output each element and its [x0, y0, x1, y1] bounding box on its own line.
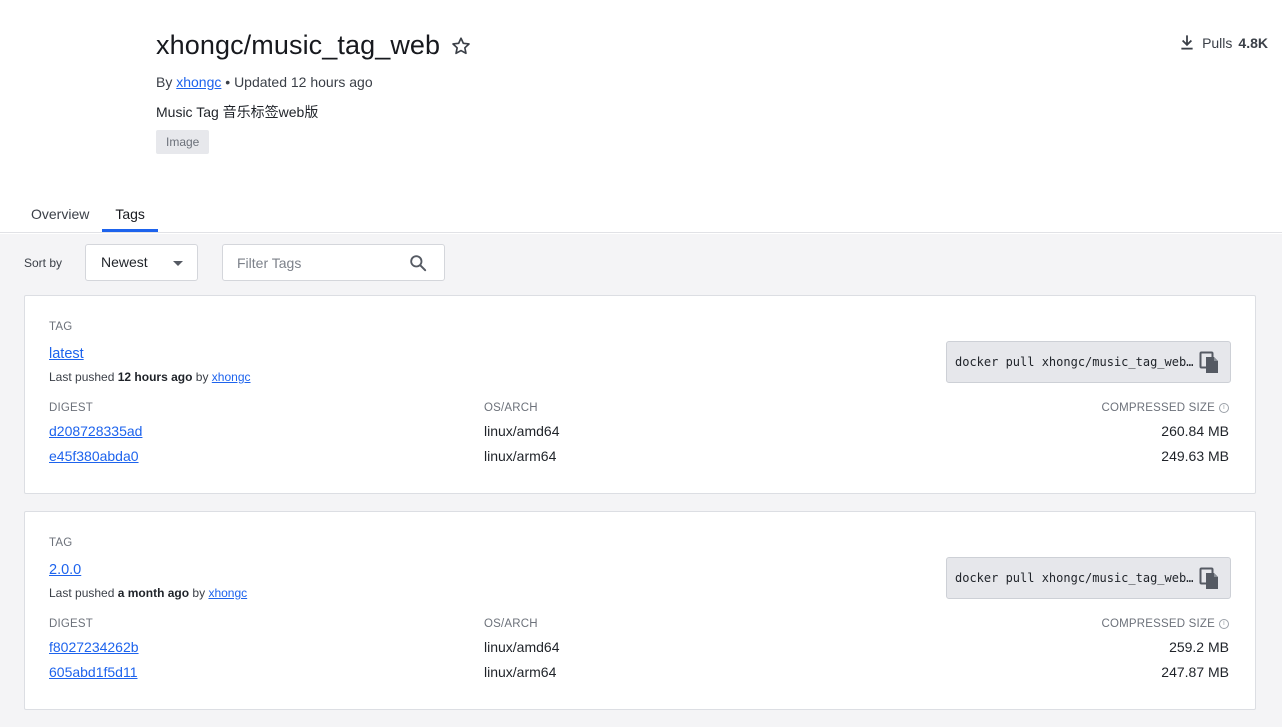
image-row: d208728335ad linux/amd64 260.84 MB [25, 423, 1255, 443]
download-icon [1181, 35, 1193, 50]
search-icon[interactable] [408, 253, 428, 273]
pulls-count: 4.8K [1238, 35, 1268, 51]
tab-tags[interactable]: Tags [102, 196, 158, 232]
pulls-label: Pulls [1202, 35, 1233, 51]
digest-column-header: DIGEST [49, 402, 94, 414]
tab-bar: Overview Tags [18, 196, 158, 232]
compressed-size-column-header: COMPRESSED SIZE i [1101, 618, 1229, 630]
copy-icon[interactable] [1199, 351, 1221, 375]
pushed-by-label: by [195, 370, 209, 384]
os-arch: linux/arm64 [484, 664, 557, 680]
os-arch: linux/amd64 [484, 423, 560, 439]
compressed-size: 247.87 MB [1161, 664, 1229, 680]
star-icon[interactable] [450, 35, 472, 57]
compressed-size-label: COMPRESSED SIZE [1101, 402, 1215, 414]
sort-label: Sort by [24, 256, 63, 270]
filter-tags [222, 244, 445, 281]
sort-value: Newest [101, 254, 148, 270]
compressed-size-label: COMPRESSED SIZE [1101, 618, 1215, 630]
info-icon[interactable]: i [1219, 619, 1229, 629]
last-pushed: Last pushed a month ago by xhongc [49, 586, 247, 600]
last-pushed: Last pushed 12 hours ago by xhongc [49, 370, 251, 384]
os-arch-column-header: OS/ARCH [484, 618, 538, 630]
tag-name-link[interactable]: 2.0.0 [49, 562, 81, 578]
digest-link[interactable]: e45f380abda0 [49, 448, 139, 464]
repo-title: xhongc/music_tag_web [156, 30, 441, 60]
os-arch: linux/arm64 [484, 448, 557, 464]
owner-link[interactable]: xhongc [176, 74, 221, 90]
compressed-size-column-header: COMPRESSED SIZE i [1101, 402, 1229, 414]
copy-icon[interactable] [1199, 567, 1221, 591]
updated-text: • Updated 12 hours ago [225, 74, 373, 90]
image-badge: Image [156, 130, 210, 154]
by-label: By [156, 74, 173, 90]
digest-column-header: DIGEST [49, 618, 94, 630]
pushed-prefix: Last pushed [49, 586, 115, 600]
os-arch: linux/amd64 [484, 639, 560, 655]
compressed-size: 249.63 MB [1161, 448, 1229, 464]
title-row: xhongc/music_tag_web [156, 30, 472, 61]
tag-column-label: TAG [49, 321, 73, 333]
tags-content: Sort by Newest TAG latest Last pushed 12… [0, 234, 1282, 727]
sort-dropdown[interactable]: Newest [85, 244, 198, 281]
pull-command-box: docker pull xhongc/music_tag_web… [946, 341, 1231, 383]
repo-header: xhongc/music_tag_web By xhongc • Updated… [0, 0, 1282, 233]
pushed-when: a month ago [117, 586, 190, 600]
image-row: e45f380abda0 linux/arm64 249.63 MB [25, 448, 1255, 468]
digest-link[interactable]: 605abd1f5d11 [49, 664, 138, 680]
repo-description: Music Tag 音乐标签web版 [156, 104, 319, 120]
pulls-stat: Pulls 4.8K [1178, 34, 1268, 52]
compressed-size: 259.2 MB [1169, 639, 1229, 655]
caret-down-icon [173, 261, 183, 266]
pull-command: docker pull xhongc/music_tag_web… [955, 571, 1194, 585]
tab-overview[interactable]: Overview [18, 196, 102, 232]
pushed-when: 12 hours ago [117, 370, 193, 384]
byline: By xhongc • Updated 12 hours ago [156, 74, 373, 90]
tag-card: TAG 2.0.0 Last pushed a month ago by xho… [24, 511, 1256, 710]
image-row: 605abd1f5d11 linux/arm64 247.87 MB [25, 664, 1255, 684]
os-arch-column-header: OS/ARCH [484, 402, 538, 414]
digest-link[interactable]: f8027234262b [49, 639, 139, 655]
compressed-size: 260.84 MB [1161, 423, 1229, 439]
pushed-by-label: by [192, 586, 206, 600]
pushed-prefix: Last pushed [49, 370, 115, 384]
pushed-by-link[interactable]: xhongc [208, 586, 247, 600]
pull-command-box: docker pull xhongc/music_tag_web… [946, 557, 1231, 599]
filter-tags-input[interactable] [237, 253, 397, 273]
pull-command: docker pull xhongc/music_tag_web… [955, 355, 1194, 369]
tag-name-link[interactable]: latest [49, 346, 84, 362]
image-row: f8027234262b linux/amd64 259.2 MB [25, 639, 1255, 659]
digest-link[interactable]: d208728335ad [49, 423, 142, 439]
pushed-by-link[interactable]: xhongc [212, 370, 251, 384]
tag-card: TAG latest Last pushed 12 hours ago by x… [24, 295, 1256, 494]
tag-column-label: TAG [49, 537, 73, 549]
info-icon[interactable]: i [1219, 403, 1229, 413]
